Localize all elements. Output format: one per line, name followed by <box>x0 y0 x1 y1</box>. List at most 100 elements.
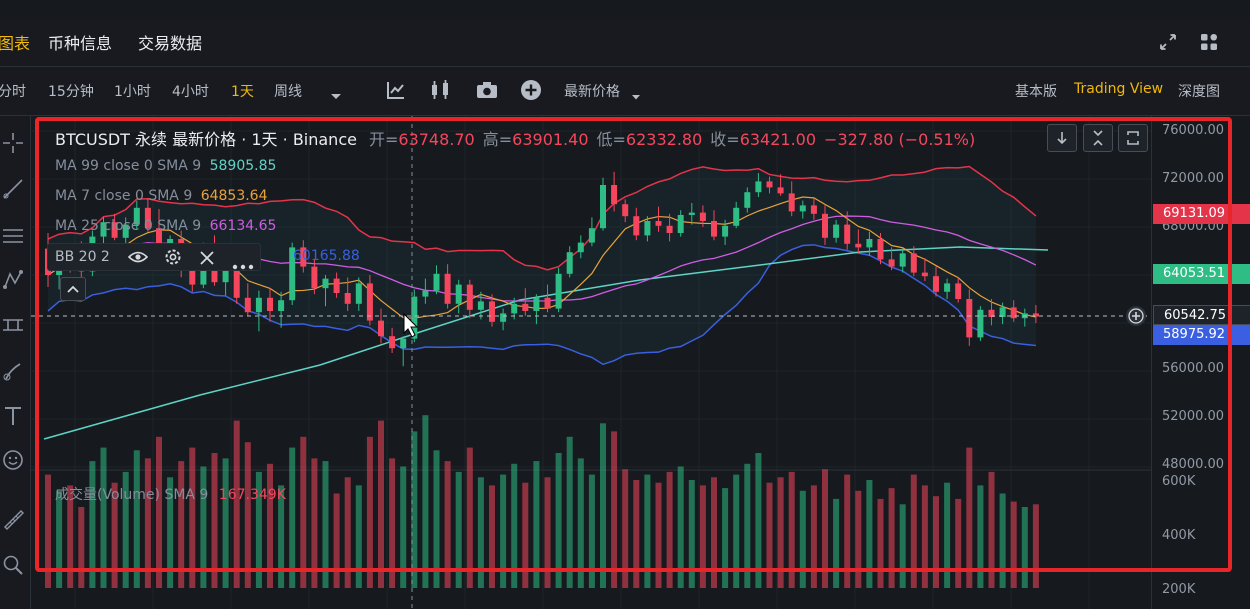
candle-body <box>422 290 429 297</box>
settings-gear-icon[interactable] <box>164 248 182 270</box>
scroll-down-button[interactable] <box>1047 124 1077 152</box>
candle-body <box>322 278 329 289</box>
candle-body <box>544 297 551 309</box>
candle-body <box>833 224 840 238</box>
view-tradingview[interactable]: Trading View <box>1074 81 1163 97</box>
volume-bar <box>921 485 928 588</box>
interval-1h[interactable]: 1小时 <box>114 81 151 101</box>
zoom-icon[interactable] <box>0 552 26 578</box>
collapse-button[interactable] <box>1083 124 1113 152</box>
add-icon[interactable] <box>520 79 542 105</box>
volume-bar <box>655 482 662 588</box>
ytick-52000: 52000.00 <box>1162 409 1225 424</box>
volume-bar <box>966 447 973 588</box>
volume-bar <box>1032 504 1039 588</box>
crosshair-icon[interactable] <box>0 130 26 156</box>
emoji-icon[interactable] <box>0 447 26 473</box>
candle-body <box>577 242 584 253</box>
trendline-icon[interactable] <box>0 176 26 202</box>
volume-bar <box>78 507 85 588</box>
volume-bar <box>855 490 862 588</box>
candle-body <box>466 284 473 310</box>
volume-bar <box>189 447 196 588</box>
more-dots-icon[interactable] <box>232 255 254 274</box>
chevron-down-icon[interactable] <box>330 86 342 105</box>
volume-bar <box>877 498 884 588</box>
volume-bar <box>810 485 817 588</box>
interval-time[interactable]: 分时 <box>0 81 26 101</box>
view-basic[interactable]: 基本版 <box>1015 81 1057 101</box>
volume-bar <box>455 471 462 588</box>
price-type-select[interactable]: 最新价格 <box>564 81 620 101</box>
volume-bar <box>644 474 651 588</box>
candle-body <box>888 259 895 267</box>
ma-price-tag: 64053.51 <box>1153 264 1250 284</box>
legend-bb[interactable]: BB 20 2 <box>47 243 261 271</box>
candle-body <box>477 301 484 310</box>
legend-collapse-button[interactable] <box>60 277 86 301</box>
candle-body <box>455 284 462 304</box>
indicator-icon[interactable] <box>386 80 406 104</box>
text-icon[interactable] <box>0 403 26 429</box>
candle-body <box>711 221 717 237</box>
volume-bar <box>677 466 684 588</box>
volume-bar <box>910 474 917 588</box>
close-value: 63421.00 <box>739 130 817 149</box>
candle-body <box>444 273 451 304</box>
interval-week[interactable]: 周线 <box>274 81 302 101</box>
volume-bar <box>144 458 151 588</box>
camera-icon[interactable] <box>476 81 498 103</box>
candle-body <box>688 212 695 215</box>
candle-body <box>611 185 618 205</box>
grid-icon[interactable] <box>1198 31 1220 57</box>
candle-body <box>810 205 817 214</box>
candlestick-icon[interactable] <box>429 79 453 105</box>
interval-1d[interactable]: 1天 <box>231 81 254 101</box>
volume-bar <box>444 461 451 588</box>
candle-body <box>433 273 440 291</box>
volume-bar <box>1021 507 1028 588</box>
brush-icon[interactable] <box>0 358 26 384</box>
add-alert-icon[interactable] <box>1126 306 1146 326</box>
eye-icon[interactable] <box>127 249 149 269</box>
candle-body <box>877 239 884 260</box>
price-axis[interactable]: 76000.00 72000.00 68000.00 56000.00 5200… <box>1151 116 1250 609</box>
interval-4h[interactable]: 4小时 <box>172 81 209 101</box>
expand-icon[interactable] <box>1158 32 1178 56</box>
candle-body <box>366 283 373 321</box>
tab-chart[interactable]: 图表 <box>0 30 30 54</box>
ruler-icon[interactable] <box>0 506 26 532</box>
candle-body <box>511 303 518 314</box>
pattern-icon[interactable] <box>0 267 26 293</box>
price-type-chevron-icon[interactable] <box>631 86 641 105</box>
volume-bar <box>466 447 473 588</box>
volume-bar <box>156 436 162 588</box>
measure-icon[interactable] <box>0 312 26 338</box>
high-value: 63901.40 <box>512 130 589 149</box>
reset-button[interactable] <box>1118 124 1148 152</box>
volume-bar <box>522 482 529 588</box>
volume-bar <box>733 474 740 588</box>
view-depth[interactable]: 深度图 <box>1178 81 1220 101</box>
candle-body <box>899 253 906 267</box>
candle-body <box>333 278 340 293</box>
volume-bar <box>833 498 840 588</box>
volume-bar <box>45 474 51 588</box>
volume-label: 成交量(Volume) SMA 9 <box>55 487 209 503</box>
candle-body <box>777 187 784 194</box>
volume-bar <box>988 471 995 588</box>
candle-body <box>799 205 806 212</box>
candle-body <box>933 276 939 292</box>
candle-body <box>955 283 962 299</box>
volume-bar <box>755 453 762 588</box>
tab-coin-info[interactable]: 币种信息 <box>48 30 112 54</box>
refresh-icon <box>1127 131 1139 145</box>
tab-trade-data[interactable]: 交易数据 <box>138 30 202 54</box>
horizontal-lines-icon[interactable] <box>0 223 26 249</box>
volume-bar <box>933 496 939 588</box>
volume-bar <box>211 453 218 588</box>
candle-body <box>699 212 706 221</box>
interval-15m[interactable]: 15分钟 <box>48 81 94 101</box>
remove-x-icon[interactable] <box>200 250 214 269</box>
volume-bar <box>178 461 185 588</box>
